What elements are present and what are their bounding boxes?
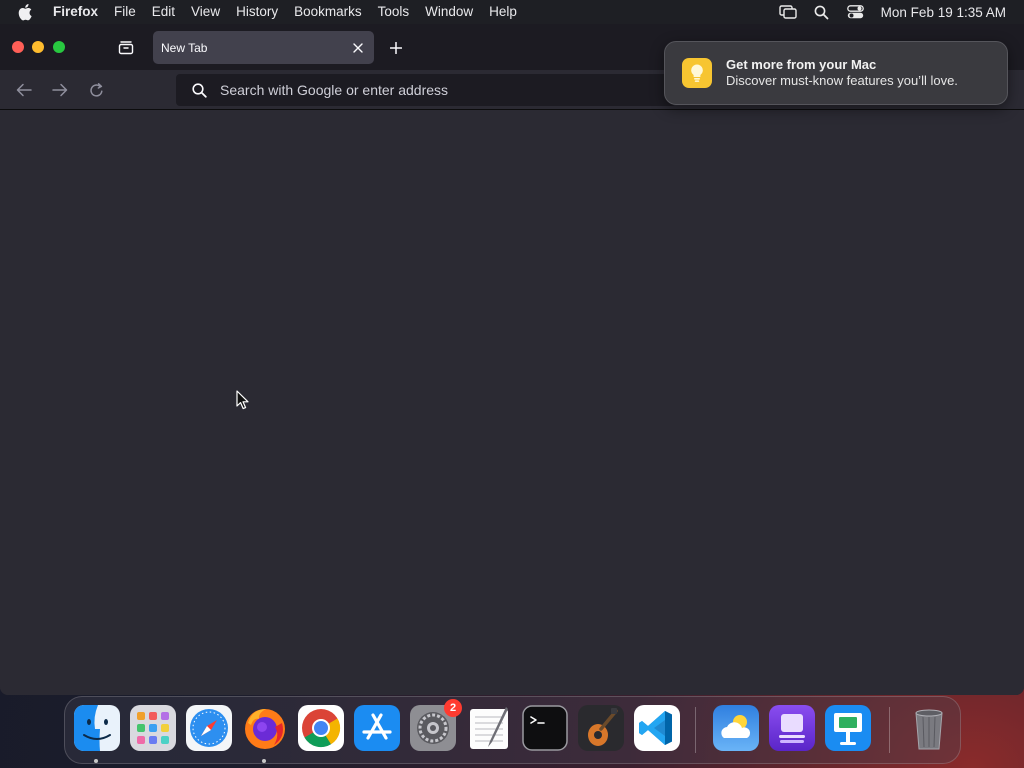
tab-title: New Tab <box>161 40 208 55</box>
settings-badge: 2 <box>444 699 462 717</box>
firefox-window: New Tab <box>0 24 1024 695</box>
reload-icon[interactable] <box>84 78 108 102</box>
menu-window[interactable]: Window <box>417 0 481 24</box>
launchpad-icon[interactable] <box>130 705 176 751</box>
dock: 2 <box>64 696 961 764</box>
settings-icon[interactable]: 2 <box>410 699 462 751</box>
dock-separator <box>695 707 696 753</box>
trash-icon[interactable] <box>906 705 952 751</box>
mouse-cursor-icon <box>236 390 250 410</box>
safari-icon[interactable] <box>186 705 232 751</box>
tab-new-tab[interactable]: New Tab <box>153 31 374 64</box>
menu-view[interactable]: View <box>183 0 228 24</box>
forward-arrow-icon[interactable] <box>48 78 72 102</box>
spotlight-search-icon[interactable] <box>813 3 831 21</box>
menu-file[interactable]: File <box>106 0 144 24</box>
url-bar[interactable] <box>176 74 676 106</box>
window-maximize-button[interactable] <box>53 41 65 53</box>
firefox-view-button[interactable] <box>113 36 139 60</box>
page-content[interactable] <box>0 111 1024 695</box>
menu-help[interactable]: Help <box>481 0 525 24</box>
finder-icon[interactable] <box>74 705 120 751</box>
configurator-icon[interactable] <box>769 705 815 751</box>
firefox-running-indicator <box>262 759 266 763</box>
window-close-button[interactable] <box>12 41 24 53</box>
menu-app-name[interactable]: Firefox <box>45 0 106 24</box>
textedit-icon[interactable] <box>466 705 512 751</box>
app-store-icon[interactable] <box>354 705 400 751</box>
search-icon <box>190 81 208 99</box>
lightbulb-icon <box>682 58 712 88</box>
window-minimize-button[interactable] <box>32 41 44 53</box>
screen-mirroring-icon[interactable] <box>778 3 797 21</box>
menu-bookmarks[interactable]: Bookmarks <box>286 0 370 24</box>
finder-running-indicator <box>94 759 98 763</box>
notification-title: Get more from your Mac <box>726 57 877 72</box>
tab-close-icon[interactable] <box>347 37 369 59</box>
weather-icon[interactable] <box>713 705 759 751</box>
back-arrow-icon[interactable] <box>12 78 36 102</box>
menu-edit[interactable]: Edit <box>144 0 183 24</box>
firefox-icon[interactable] <box>242 705 288 751</box>
garageband-icon[interactable] <box>578 705 624 751</box>
notification-banner[interactable]: Get more from your Mac Discover must-kno… <box>664 41 1008 105</box>
menu-bar: Firefox File Edit View History Bookmarks… <box>0 0 1024 24</box>
menu-tools[interactable]: Tools <box>370 0 418 24</box>
chrome-icon[interactable] <box>298 705 344 751</box>
notification-body: Discover must-know features you’ll love. <box>726 73 958 88</box>
keynote-icon[interactable] <box>825 705 871 751</box>
control-center-icon[interactable] <box>847 3 865 21</box>
apple-menu-icon[interactable] <box>17 3 35 21</box>
dock-separator-2 <box>889 707 890 753</box>
new-tab-plus-icon[interactable] <box>384 36 408 60</box>
menubar-clock[interactable]: Mon Feb 19 1:35 AM <box>881 5 1006 20</box>
menu-history[interactable]: History <box>228 0 286 24</box>
terminal-icon[interactable] <box>522 705 568 751</box>
address-input[interactable] <box>220 74 676 106</box>
vscode-icon[interactable] <box>634 705 680 751</box>
